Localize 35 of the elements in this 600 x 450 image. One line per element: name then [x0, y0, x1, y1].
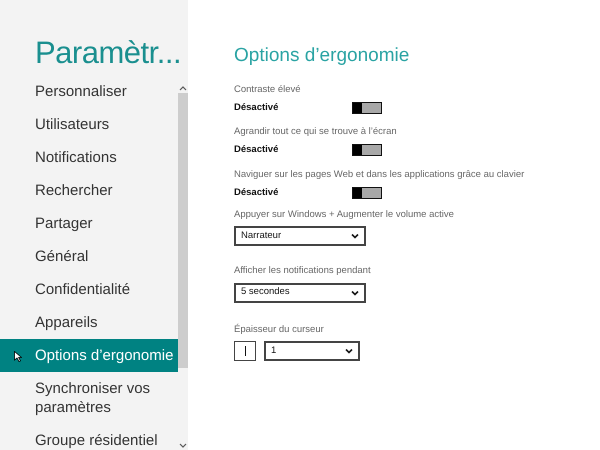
sidebar-item[interactable]: Général — [0, 240, 178, 273]
setting-label: Appuyer sur Windows + Augmenter le volume active — [234, 208, 455, 222]
chevron-down-icon — [345, 348, 353, 354]
scroll-down-icon[interactable] — [179, 443, 187, 449]
sidebar-item[interactable]: Partager — [0, 207, 178, 240]
sidebar-item[interactable]: Groupe résidentiel — [0, 424, 178, 450]
sidebar-item[interactable]: Rechercher — [0, 174, 178, 207]
setting-label: Épaisseur du curseur — [234, 322, 325, 336]
sidebar-item[interactable]: Personnaliser — [0, 75, 178, 108]
setting-label: Agrandir tout ce qui se trouve à l’écran — [234, 125, 398, 139]
sidebar-item[interactable]: Confidentialité — [0, 273, 178, 306]
toggle-state: Désactivé — [234, 100, 280, 115]
dropdown[interactable]: 1 — [264, 340, 360, 361]
sidebar-title: Paramètr... — [34, 34, 182, 72]
toggle-switch[interactable] — [352, 186, 382, 199]
page-title: Options d’ergonomie — [234, 44, 410, 68]
dropdown[interactable]: Narrateur — [234, 226, 366, 246]
scroll-up-icon[interactable] — [179, 85, 187, 91]
sidebar-item[interactable]: Options d’ergonomie — [0, 339, 178, 372]
sidebar-item[interactable]: Appareils — [0, 306, 178, 339]
toggle-switch[interactable] — [352, 102, 382, 114]
chevron-down-icon — [351, 290, 359, 296]
sidebar-item[interactable]: Notifications — [0, 141, 178, 174]
sidebar-item[interactable]: Utilisateurs — [0, 108, 178, 141]
mouse-pointer-icon — [14, 351, 22, 362]
chevron-down-icon — [351, 233, 359, 240]
toggle-state: Désactivé — [234, 186, 280, 200]
toggle-state: Désactivé — [234, 143, 280, 158]
sidebar-item[interactable]: Synchroniser vos paramètres — [0, 372, 178, 424]
setting-label: Contraste élevé — [234, 82, 302, 96]
cursor-preview — [234, 340, 256, 361]
setting-label: Afficher les notifications pendant — [234, 264, 372, 278]
dropdown[interactable]: 5 secondes — [234, 282, 366, 302]
setting-label: Naviguer sur les pages Web et dans les applications grâce au clavier — [234, 168, 526, 182]
toggle-switch[interactable] — [352, 144, 382, 156]
